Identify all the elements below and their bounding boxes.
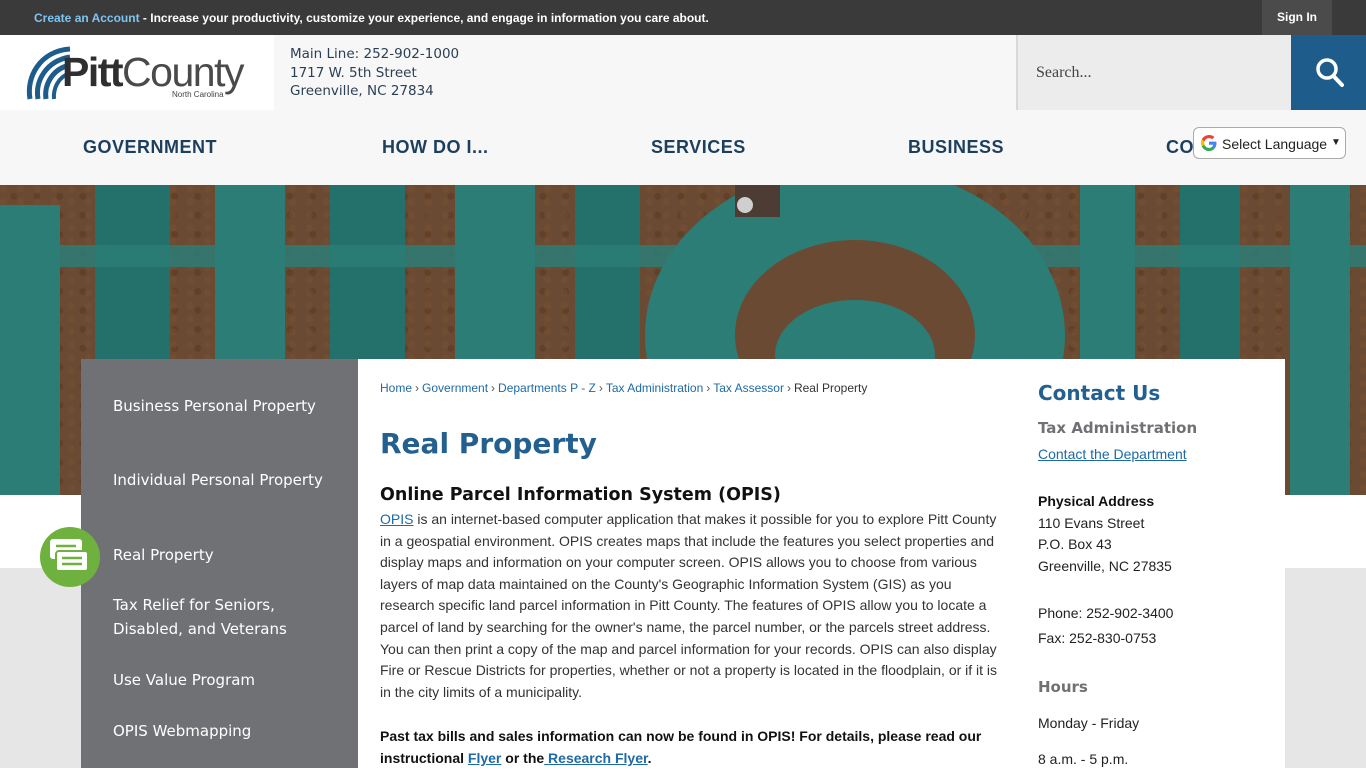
breadcrumb-separator: ›	[706, 381, 711, 395]
sidebar-item-individual-personal-property[interactable]: Individual Personal Property	[113, 468, 343, 492]
logo-wordmark: PittCounty	[62, 49, 244, 95]
logo-subtitle: North Carolina	[172, 90, 224, 99]
sidebar-item-tax-relief[interactable]: Tax Relief for Seniors, Disabled, and Ve…	[113, 593, 343, 641]
hours-days: Monday - Friday	[1038, 715, 1140, 731]
hours-times: 8 a.m. - 5 p.m.	[1038, 751, 1129, 767]
street-address: 1717 W. 5th Street	[290, 64, 417, 81]
chevron-down-icon: ▼	[1331, 137, 1341, 148]
opis-note: Past tax bills and sales information can…	[380, 725, 1000, 769]
breadcrumb-separator: ›	[786, 381, 791, 395]
nav-services[interactable]: SERVICES	[651, 137, 746, 158]
section-heading: Online Parcel Information System (OPIS)	[380, 485, 781, 505]
breadcrumb-tax-assessor[interactable]: Tax Assessor	[713, 381, 784, 395]
contact-phone: Phone: 252-902-3400	[1038, 605, 1174, 621]
physical-address-label: Physical Address	[1038, 493, 1155, 509]
page-title: Real Property	[380, 427, 597, 460]
address-line-1: 110 Evans Street	[1038, 515, 1145, 531]
chat-icon	[50, 539, 89, 572]
breadcrumb-tax-administration[interactable]: Tax Administration	[606, 381, 703, 395]
county-logo[interactable]: PittCounty North Carolina	[0, 35, 274, 110]
header: PittCounty North Carolina Main Line: 252…	[0, 35, 1366, 110]
breadcrumb-government[interactable]: Government	[422, 381, 488, 395]
nav-business[interactable]: BUSINESS	[908, 137, 1004, 158]
breadcrumb-separator: ›	[598, 381, 603, 395]
opis-description: OPIS is an internet-based computer appli…	[380, 509, 1000, 703]
create-account-link[interactable]: Create an Account	[34, 11, 140, 25]
address-line-2: P.O. Box 43	[1038, 536, 1112, 552]
google-icon	[1201, 135, 1217, 151]
nav-how-do-i[interactable]: HOW DO I...	[382, 137, 489, 158]
flyer-link[interactable]: Flyer	[468, 750, 501, 766]
nav-community[interactable]: CO	[1166, 137, 1194, 158]
breadcrumb: Home › Government › Departments P - Z › Tax Ad…	[380, 381, 867, 395]
sidebar-item-business-personal-property[interactable]: Business Personal Property	[113, 394, 343, 418]
contact-department: Tax Administration	[1038, 419, 1198, 437]
research-flyer-link[interactable]: Research Flyer	[544, 750, 648, 766]
sidebar-item-opis-webmapping[interactable]: OPIS Webmapping	[113, 719, 343, 743]
account-message: Create an Account - Increase your produc…	[34, 11, 709, 25]
search-box	[1016, 35, 1291, 110]
search-button[interactable]	[1291, 35, 1366, 110]
main-line: Main Line: 252-902-1000	[290, 46, 460, 62]
breadcrumb-separator: ›	[415, 381, 420, 395]
main-nav: GOVERNMENT HOW DO I... SERVICES BUSINESS…	[0, 110, 1366, 185]
search-input[interactable]	[1036, 60, 1276, 86]
breadcrumb-departments[interactable]: Departments P - Z	[498, 381, 596, 395]
nav-government[interactable]: GOVERNMENT	[83, 137, 217, 158]
sign-in-button[interactable]: Sign In	[1262, 0, 1332, 35]
account-message-text: - Increase your productivity, customize …	[139, 11, 709, 25]
chat-button[interactable]	[40, 527, 100, 587]
language-select[interactable]: Select Language ▼	[1193, 127, 1346, 159]
city-address: Greenville, NC 27834	[290, 83, 434, 99]
opis-description-text: is an internet-based computer applicatio…	[380, 511, 998, 700]
note-end-text: .	[647, 750, 652, 766]
sidebar-item-use-value-program[interactable]: Use Value Program	[113, 668, 343, 692]
sidebar-nav: Business Personal Property Individual Pe…	[81, 359, 358, 768]
sidebar-item-real-property[interactable]: Real Property	[113, 543, 343, 567]
address-line-3: Greenville, NC 27835	[1038, 558, 1172, 574]
breadcrumb-home[interactable]: Home	[380, 381, 412, 395]
breadcrumb-separator: ›	[491, 381, 496, 395]
contact-info: Main Line: 252-902-1000 1717 W. 5th Stre…	[290, 45, 459, 101]
breadcrumb-current: Real Property	[793, 381, 868, 395]
language-label: Select Language	[1222, 136, 1328, 152]
contact-fax: Fax: 252-830-0753	[1038, 630, 1157, 646]
search-icon	[1316, 58, 1344, 87]
opis-link[interactable]: OPIS	[380, 511, 413, 527]
hours-label: Hours	[1038, 678, 1088, 696]
note-mid-text: or the	[501, 750, 545, 766]
main-content: Home › Government › Departments P - Z › Tax Ad…	[358, 359, 1285, 768]
contact-department-link[interactable]: Contact the Department	[1038, 446, 1187, 462]
contact-title: Contact Us	[1038, 381, 1161, 405]
top-bar: Create an Account - Increase your produc…	[0, 0, 1366, 35]
